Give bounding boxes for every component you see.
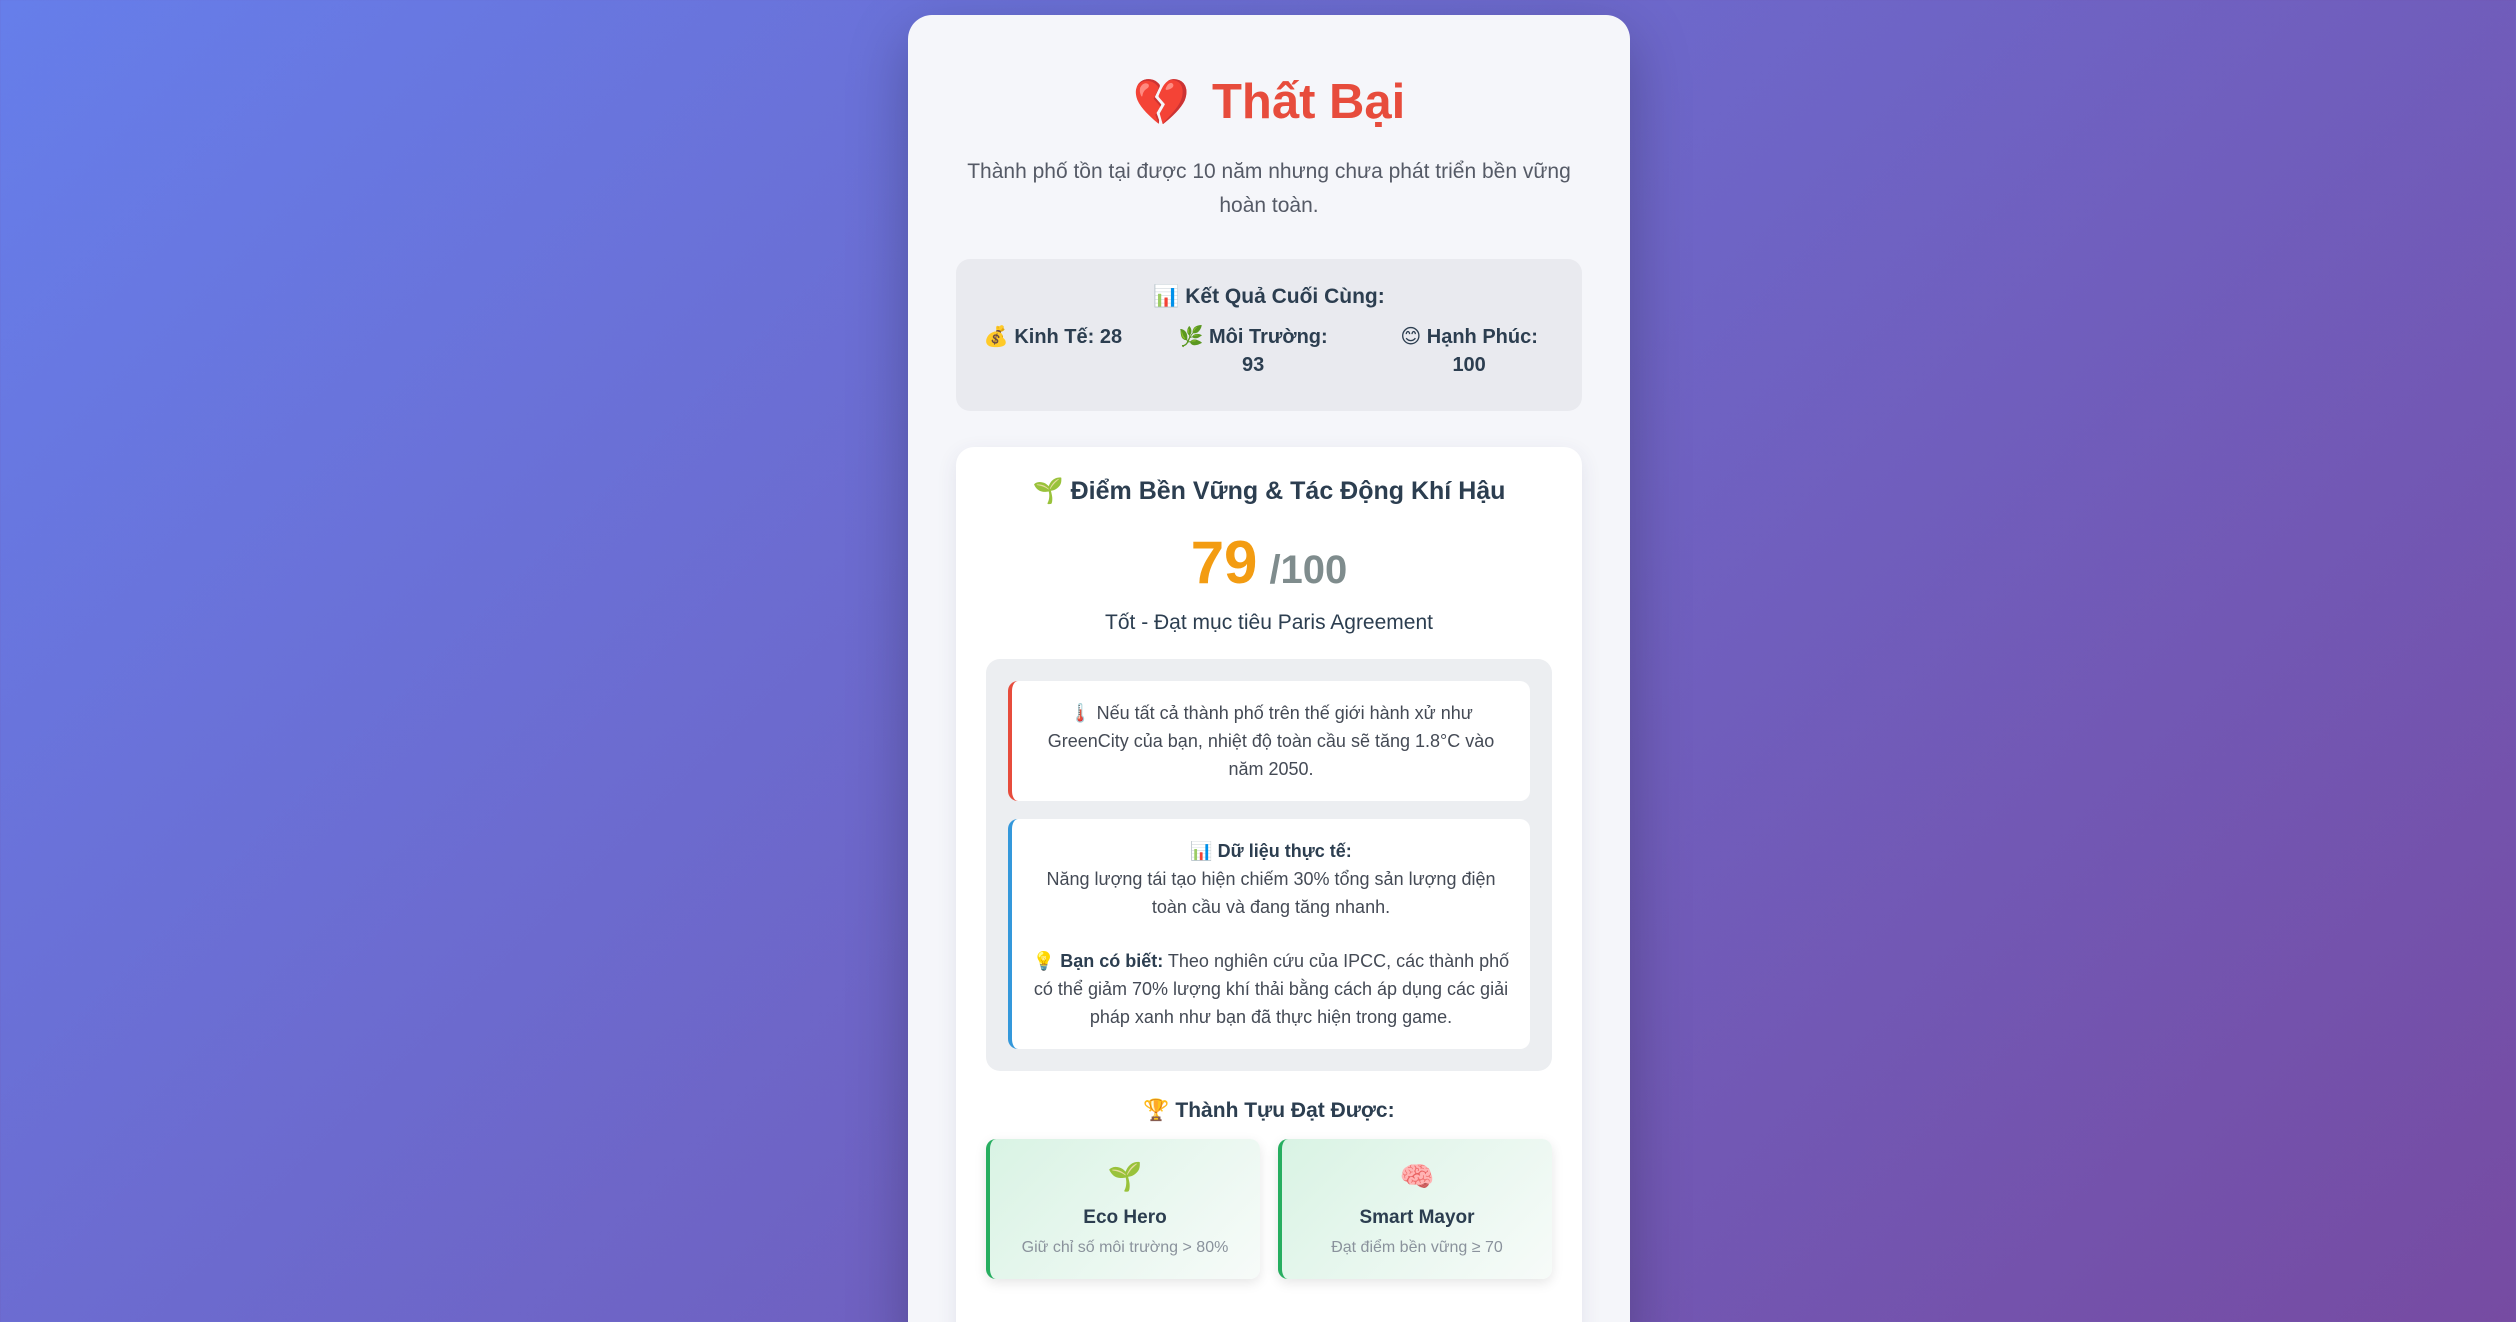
- score-value: 79: [1190, 529, 1258, 596]
- achievement-smart-mayor: 🧠 Smart Mayor Đạt điểm bền vững ≥ 70: [1278, 1139, 1552, 1279]
- sustainability-panel: 🌱 Điểm Bền Vững & Tác Động Khí Hậu 79 /1…: [956, 447, 1582, 1322]
- broken-heart-icon: 💔: [1132, 76, 1190, 128]
- achievement-desc: Giữ chỉ số môi trường > 80%: [1021, 1239, 1229, 1256]
- final-results-box: 📊 Kết Quả Cuối Cùng: 💰 Kinh Tế: 28 🌿 Môi…: [956, 259, 1582, 411]
- sustainability-score: 79 /100: [986, 528, 1552, 597]
- real-data-label: 📊 Dữ liệu thực tế:: [1190, 841, 1352, 861]
- result-subtitle: Thành phố tồn tại được 10 năm nhưng chưa…: [967, 160, 1571, 217]
- result-title-text: Thất Bại: [1211, 75, 1406, 129]
- achievements-grid: 🌱 Eco Hero Giữ chỉ số môi trường > 80% 🧠…: [986, 1139, 1552, 1279]
- final-stats: 💰 Kinh Tế: 28 🌿 Môi Trường: 93 😊 Hạnh Ph…: [956, 323, 1582, 379]
- result-card: 💔 Thất Bại Thành phố tồn tại được 10 năm…: [908, 15, 1630, 1322]
- achievement-name: Eco Hero: [1083, 1207, 1167, 1228]
- achievement-name: Smart Mayor: [1359, 1207, 1475, 1228]
- climate-facts-box: 🌡️ Nếu tất cả thành phố trên thế giới hà…: [986, 659, 1552, 1071]
- achievement-eco-hero: 🌱 Eco Hero Giữ chỉ số môi trường > 80%: [986, 1139, 1260, 1279]
- score-rating: Tốt - Đạt mục tiêu Paris Agreement: [1105, 611, 1433, 634]
- did-you-know: 💡 Bạn có biết: Theo nghiên cứu của IPCC,…: [1030, 947, 1512, 1031]
- seedling-icon: 🌱: [1107, 1161, 1143, 1192]
- real-data-note: 📊 Dữ liệu thực tế: Năng lượng tái tạo hi…: [1008, 819, 1530, 1049]
- did-you-know-label: 💡 Bạn có biết:: [1032, 951, 1164, 971]
- stat-economy: 💰 Kinh Tế: 28: [983, 326, 1123, 348]
- achievements-heading: 🏆 Thành Tựu Đạt Được:: [1143, 1099, 1395, 1122]
- score-max: /100: [1269, 548, 1348, 592]
- real-data-text: Năng lượng tái tạo hiện chiếm 30% tổng s…: [1046, 869, 1496, 917]
- achievement-desc: Đạt điểm bền vững ≥ 70: [1331, 1239, 1503, 1256]
- final-results-heading: 📊 Kết Quả Cuối Cùng:: [1153, 285, 1385, 308]
- result-title: 💔 Thất Bại: [956, 69, 1582, 135]
- climate-impact-note: 🌡️ Nếu tất cả thành phố trên thế giới hà…: [1008, 681, 1530, 801]
- brain-icon: 🧠: [1399, 1161, 1435, 1192]
- stat-environment: 🌿 Môi Trường: 93: [1178, 326, 1328, 376]
- sustainability-heading: 🌱 Điểm Bền Vững & Tác Động Khí Hậu: [1032, 477, 1506, 505]
- stat-happiness: 😊 Hạnh Phúc: 100: [1400, 326, 1538, 376]
